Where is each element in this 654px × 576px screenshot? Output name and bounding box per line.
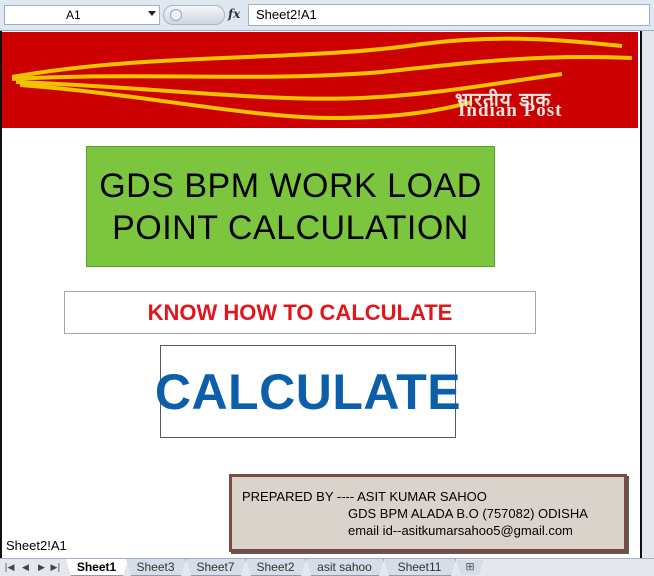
cell-reference-text: Sheet2!A1 bbox=[6, 538, 67, 553]
tab-sheet3[interactable]: Sheet3 bbox=[126, 559, 186, 576]
credit-prepared-by: PREPARED BY ---- ASIT KUMAR SAHOO bbox=[242, 489, 487, 504]
insert-sheet-icon[interactable]: ⊞ bbox=[456, 560, 484, 575]
prev-sheet-icon[interactable]: ◀ bbox=[20, 562, 31, 574]
last-sheet-icon[interactable]: ▶| bbox=[50, 562, 61, 574]
tab-sheet1[interactable]: Sheet1 bbox=[66, 559, 128, 576]
credit-email: email id--asitkumarsahoo5@gmail.com bbox=[348, 523, 573, 538]
know-how-label: KNOW HOW TO CALCULATE bbox=[147, 299, 453, 325]
title-box: GDS BPM WORK LOAD POINT CALCULATION bbox=[86, 146, 495, 267]
formula-input[interactable]: Sheet2!A1 bbox=[248, 4, 650, 26]
calculate-button[interactable]: CALCULATE bbox=[155, 345, 461, 438]
tab-sheet7[interactable]: Sheet7 bbox=[186, 559, 246, 576]
tab-sheet11[interactable]: Sheet11 bbox=[384, 559, 456, 576]
name-box[interactable]: A1 bbox=[4, 5, 160, 25]
circle-icon bbox=[170, 9, 182, 21]
chevron-down-icon[interactable] bbox=[148, 11, 156, 16]
excel-window: A1 fx Sheet2!A1 भारतीय डाक Indian Post G… bbox=[0, 0, 654, 576]
credits-box: PREPARED BY ---- ASIT KUMAR SAHOO GDS BP… bbox=[229, 474, 627, 552]
tab-sheet2[interactable]: Sheet2 bbox=[246, 559, 306, 576]
credit-office: GDS BPM ALADA B.O (757082) ODISHA bbox=[348, 506, 588, 521]
formula-bar: A1 fx Sheet2!A1 bbox=[0, 0, 654, 31]
title-line-2: POINT CALCULATION bbox=[112, 208, 469, 247]
tab-asit-sahoo[interactable]: asit sahoo bbox=[306, 559, 384, 576]
next-sheet-icon[interactable]: ▶ bbox=[36, 562, 47, 574]
sheet-tab-bar: |◀ ◀ ▶ ▶| Sheet1 Sheet3 Sheet7 Sheet2 as… bbox=[0, 558, 654, 576]
title-line-1: GDS BPM WORK LOAD bbox=[99, 166, 482, 205]
know-how-button[interactable]: KNOW HOW TO CALCULATE bbox=[64, 291, 536, 334]
banner-english-text: Indian Post bbox=[458, 100, 563, 121]
first-sheet-icon[interactable]: |◀ bbox=[4, 562, 15, 574]
formula-bar-resize-handle[interactable] bbox=[163, 5, 225, 25]
insert-function-icon[interactable]: fx bbox=[228, 7, 240, 21]
calculate-label: CALCULATE bbox=[154, 363, 462, 420]
